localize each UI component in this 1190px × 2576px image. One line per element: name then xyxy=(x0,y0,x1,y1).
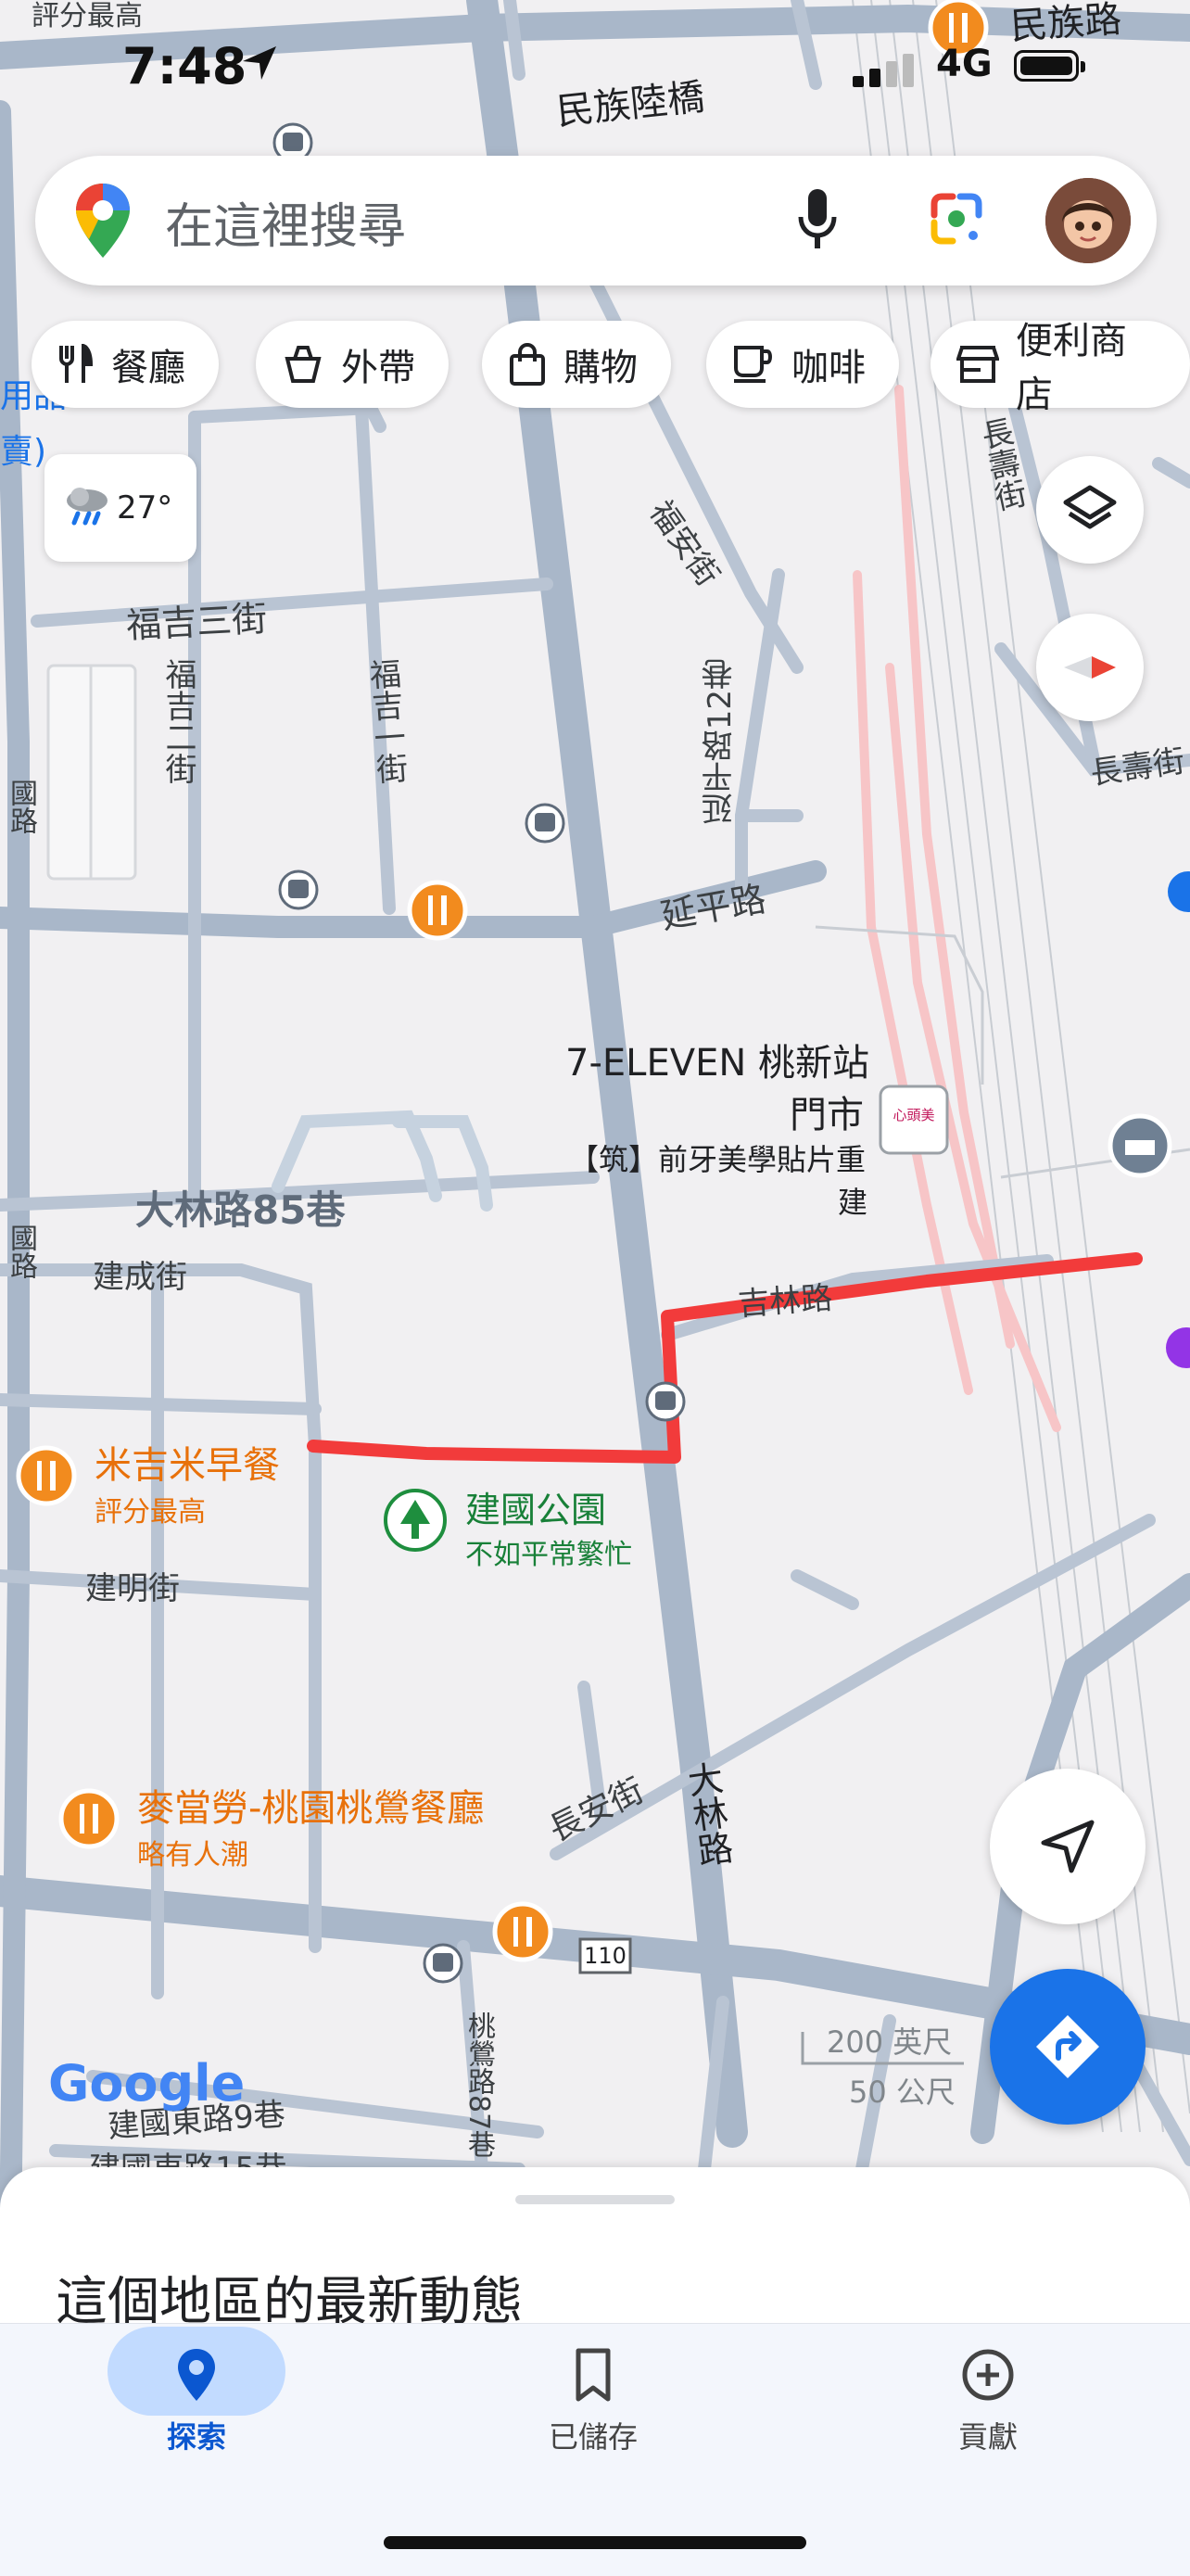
restaurant-pin-icon[interactable] xyxy=(407,880,468,941)
chip-label: 外帶 xyxy=(341,347,415,389)
shopping-bag-icon xyxy=(510,343,545,386)
battery-icon xyxy=(1014,50,1085,82)
landmark-pin-icon[interactable] xyxy=(1108,1113,1172,1178)
road-label-taoying-lane87: 桃鶯路87巷 xyxy=(462,2011,495,2159)
chip-label: 咖啡 xyxy=(791,347,866,389)
search-bar[interactable]: 在這裡搜尋 xyxy=(35,156,1157,286)
poi-label-beauty[interactable]: 【筑】前牙美學貼片重 xyxy=(569,1136,866,1179)
my-location-button[interactable] xyxy=(990,1769,1146,1924)
svg-text:心頭美: 心頭美 xyxy=(892,1107,934,1123)
chip-restaurants[interactable]: 餐廳 xyxy=(32,321,219,408)
weather-badge[interactable]: 27° xyxy=(44,454,196,562)
chip-shopping[interactable]: 購物 xyxy=(482,321,671,408)
road-label-left-edge: 國路 xyxy=(5,779,37,834)
road-label-jiancheng: 建成街 xyxy=(93,1259,187,1296)
takeout-icon xyxy=(285,346,322,383)
tab-label: 已儲存 xyxy=(548,2419,638,2455)
bus-stop-icon[interactable] xyxy=(278,869,319,910)
weather-temperature: 27° xyxy=(117,489,173,527)
restaurant-pin-icon[interactable] xyxy=(16,1445,77,1506)
road-label-yanping-lane12: 延平路12巷 xyxy=(702,658,739,825)
microphone-icon[interactable] xyxy=(797,187,838,252)
sheet-drag-handle[interactable] xyxy=(515,2195,675,2204)
coffee-icon xyxy=(734,346,772,383)
directions-button[interactable] xyxy=(990,1969,1146,2125)
bookmark-icon xyxy=(576,2348,611,2402)
restaurant-icon xyxy=(59,344,94,383)
convenience-store-icon xyxy=(956,346,999,383)
signal-icon xyxy=(853,54,914,87)
restaurant-pin-icon[interactable] xyxy=(492,1901,553,1962)
tab-label: 貢獻 xyxy=(957,2419,1018,2455)
location-pin-icon xyxy=(178,2349,215,2401)
svg-text:110: 110 xyxy=(584,1943,627,1969)
poi-label-mijimi[interactable]: 米吉米早餐 xyxy=(95,1435,280,1489)
network-type: 4G xyxy=(936,43,993,85)
chip-coffee[interactable]: 咖啡 xyxy=(706,321,899,408)
add-circle-icon xyxy=(962,2349,1014,2401)
beauty-shop-logo[interactable]: 心頭美 xyxy=(879,1085,949,1155)
park-pin-icon[interactable] xyxy=(384,1489,447,1552)
compass-button[interactable] xyxy=(1036,614,1144,721)
layers-icon xyxy=(1063,485,1117,529)
chip-convenience-store[interactable]: 便利商店 xyxy=(930,320,1190,416)
tab-saved[interactable]: 已儲存 xyxy=(482,2347,704,2456)
restaurant-pin-icon[interactable] xyxy=(58,1788,120,1849)
scale-metric: 50 公尺 xyxy=(849,2075,956,2110)
poi-sublabel-mcdonalds: 略有人潮 xyxy=(137,1839,248,1872)
route-shield: 110 xyxy=(578,1937,632,1974)
layers-button[interactable] xyxy=(1036,456,1144,564)
location-arrow-icon xyxy=(243,46,276,80)
chip-label: 餐廳 xyxy=(111,347,185,389)
bus-stop-icon[interactable] xyxy=(645,1381,686,1422)
poi-label-seven-eleven[interactable]: 7-ELEVEN 桃新站 xyxy=(565,1033,869,1086)
poi-sublabel-mijimi: 評分最高 xyxy=(95,1496,206,1529)
navigation-arrow-icon xyxy=(1041,1820,1095,1873)
tab-contribute[interactable]: 貢獻 xyxy=(877,2347,1099,2456)
google-logo: Google xyxy=(48,2054,246,2113)
compass-icon xyxy=(1064,656,1116,679)
road-label-fuji-1st: 福吉一街 xyxy=(362,656,409,786)
google-lens-icon[interactable] xyxy=(925,187,988,250)
road-label-left-edge: 國路 xyxy=(5,1224,37,1279)
poi-sublabel-park: 不如平常繁忙 xyxy=(465,1539,632,1571)
chip-label: 購物 xyxy=(563,347,638,389)
tab-label: 探索 xyxy=(166,2419,226,2455)
rain-cloud-icon xyxy=(67,488,108,526)
poi-label-beauty-line2[interactable]: 建 xyxy=(838,1179,867,1222)
category-chips: 餐廳 外帶 購物 咖啡 便利商店 xyxy=(0,320,1190,416)
chip-label: 便利商店 xyxy=(1016,320,1127,416)
partial-label: 評分最高 xyxy=(32,0,143,32)
road-label-jilin: 吉林路 xyxy=(736,1279,834,1324)
home-indicator[interactable] xyxy=(384,2536,806,2549)
status-time: 7:48 xyxy=(122,37,247,95)
google-maps-pin-icon xyxy=(76,184,130,258)
chip-takeout[interactable]: 外帶 xyxy=(256,321,449,408)
poi-label-park[interactable]: 建國公園 xyxy=(465,1481,606,1532)
road-label-fuji-2nd: 福吉二街 xyxy=(159,658,196,784)
directions-icon xyxy=(1036,2015,1099,2078)
bus-stop-icon[interactable] xyxy=(423,1943,463,1984)
avatar[interactable] xyxy=(1045,178,1131,263)
road-label-jianming: 建明街 xyxy=(85,1570,180,1607)
scale-imperial: 200 英尺 xyxy=(827,2024,953,2060)
status-bar: 7:48 4G xyxy=(0,37,1190,111)
bus-stop-icon[interactable] xyxy=(525,803,565,844)
poi-label-mcdonalds[interactable]: 麥當勞-桃園桃鶯餐廳 xyxy=(137,1778,484,1832)
partial-label: 賣) xyxy=(0,433,47,471)
road-label-fuji-3rd: 福吉三街 xyxy=(125,598,269,646)
search-input[interactable]: 在這裡搜尋 xyxy=(165,187,406,257)
road-label-dalin-lane85: 大林路85巷 xyxy=(135,1187,346,1233)
tab-explore[interactable]: 探索 xyxy=(85,2347,308,2456)
poi-label-seven-eleven-line2[interactable]: 門市 xyxy=(790,1085,864,1138)
